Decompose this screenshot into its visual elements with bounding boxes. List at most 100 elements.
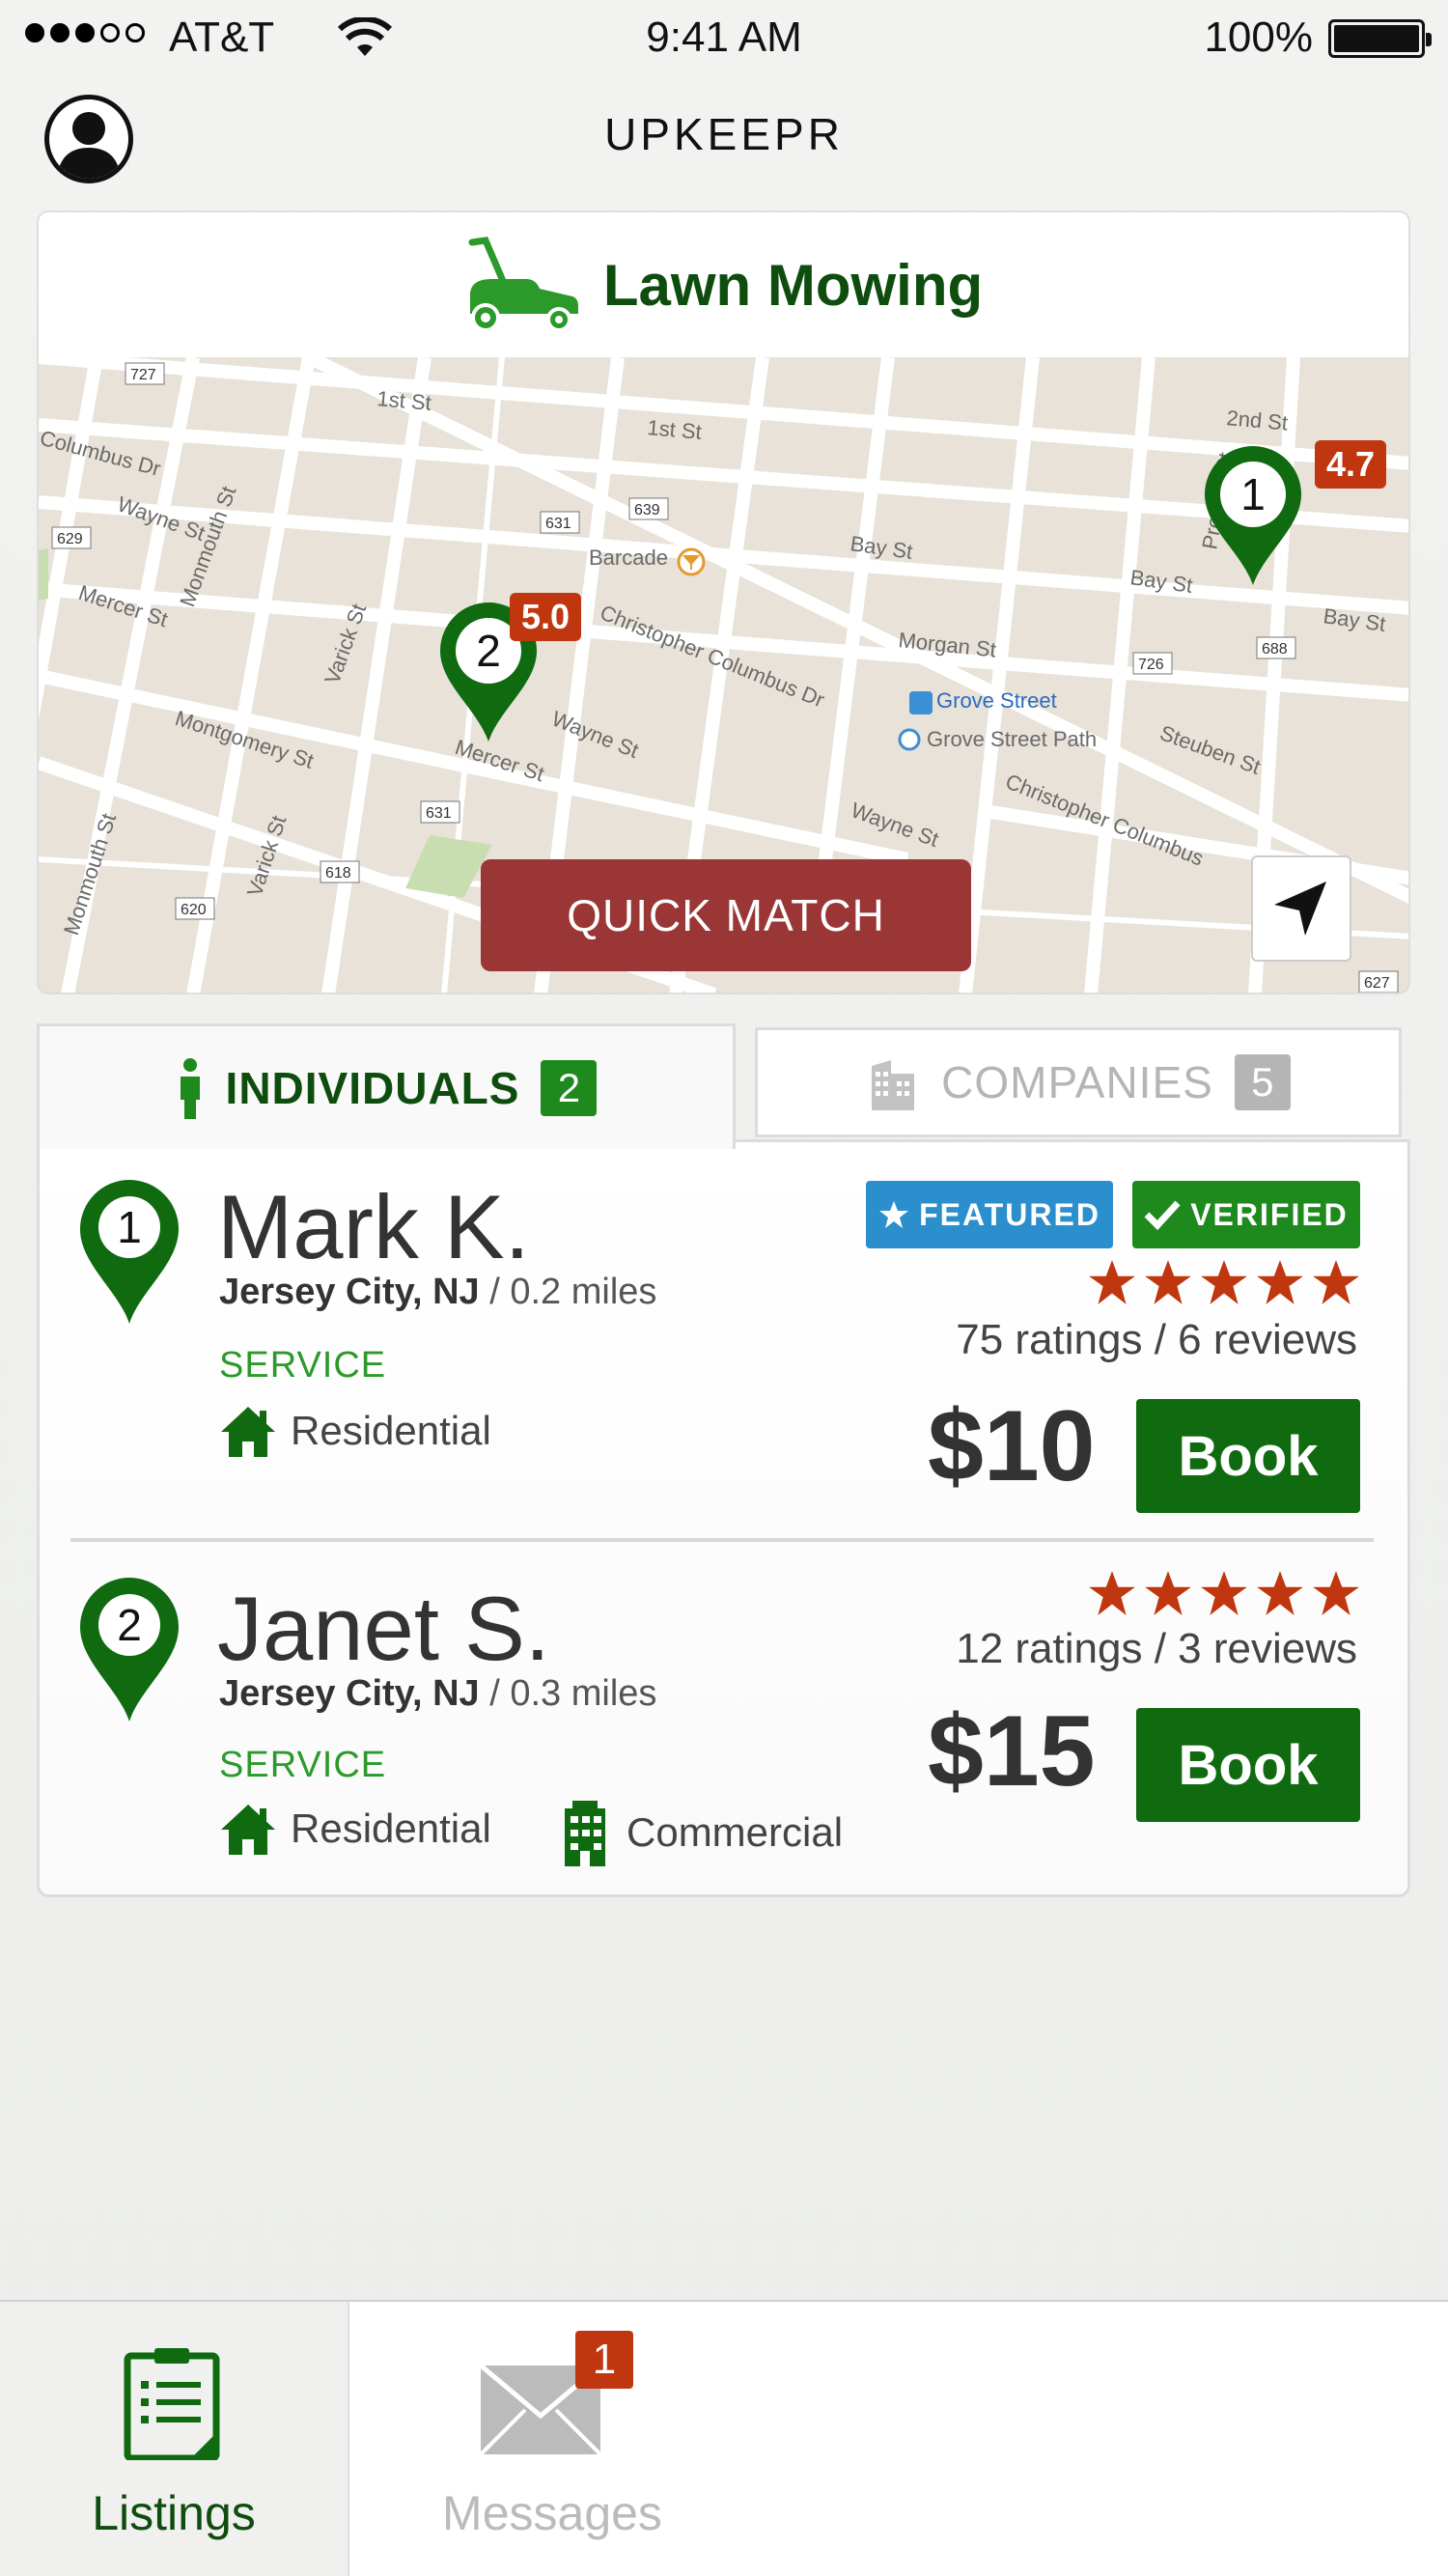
location-city: Jersey City, NJ [219,1673,480,1714]
svg-text:618: 618 [325,865,351,882]
street-label: Monmouth St [59,810,121,938]
svg-text:2: 2 [117,1600,142,1650]
map-marker-icon: 1 [80,1180,179,1324]
street-label: Varick St [242,813,291,900]
street-label: 1st St [376,386,432,415]
star-icon [1313,1260,1359,1304]
star-icon [1313,1571,1359,1615]
svg-text:631: 631 [426,805,452,822]
service-type-residential: Residential [219,1405,491,1457]
place-label: Grove Street [936,688,1057,713]
listing-number-pin: 2 [78,1577,181,1728]
provider-location: Jersey City, NJ / 0.2 miles [219,1272,656,1313]
book-button[interactable]: Book [1136,1708,1360,1822]
service-heading: SERVICE [219,1745,387,1785]
tab-individuals[interactable]: INDIVIDUALS 2 [37,1023,736,1149]
individuals-count-badge: 2 [541,1059,598,1116]
route-shield: 631 [540,511,580,534]
service-type-commercial: Commercial [557,1799,843,1866]
svg-text:627: 627 [1364,975,1390,992]
route-shield: 620 [175,897,215,920]
location-distance: / 0.2 miles [489,1272,657,1312]
svg-text:2: 2 [476,626,501,676]
map-pin-1[interactable]: 1 [1203,446,1303,592]
svg-text:1: 1 [117,1202,142,1252]
battery-icon [1328,19,1432,58]
provider-name: Mark K. [217,1176,530,1277]
tab-label: INDIVIDUALS [225,1062,520,1113]
provider-name: Janet S. [217,1578,550,1679]
tab-label: COMPANIES [941,1057,1213,1107]
ratings-reviews[interactable]: 12 ratings / 3 reviews [956,1625,1357,1673]
price: $15 [928,1695,1096,1807]
svg-text:629: 629 [57,531,83,547]
listing-panel: 1 Mark K. Jersey City, NJ / 0.2 miles SE… [37,1139,1410,1897]
tab-bar-label: Listings [92,2486,256,2540]
star-rating [1086,1258,1362,1306]
tab-companies[interactable]: COMPANIES 5 [755,1027,1402,1137]
location-distance: / 0.3 miles [489,1673,657,1714]
companies-count-badge: 5 [1234,1054,1291,1110]
service-title: Lawn Mowing [602,252,984,318]
app-header: UPKEEPR [0,87,1448,193]
service-heading: SERVICE [219,1345,387,1386]
svg-text:631: 631 [545,516,571,532]
service-selector[interactable]: Lawn Mowing [37,210,1410,359]
ratings-reviews[interactable]: 75 ratings / 6 reviews [956,1316,1357,1364]
place-label: Barcade [589,546,668,570]
building-icon [565,1801,605,1866]
location-arrow-icon [1274,882,1326,936]
house-icon [221,1407,275,1457]
locate-me-button[interactable] [1251,855,1351,962]
service-type-label: Commercial [627,1809,844,1855]
building-icon [872,1060,915,1110]
service-type-label: Residential [291,1806,491,1851]
bottom-tab-bar: Listings 1 Messages [0,2300,1448,2576]
verified-badge: VERIFIED [1132,1181,1360,1248]
listing-item[interactable]: 2 Janet S. Jersey City, NJ / 0.3 miles S… [40,1542,1407,1890]
star-icon [1089,1260,1135,1304]
map-pin-rating: 5.0 [510,593,582,641]
street-label: 1st St [647,415,703,444]
star-icon [1145,1260,1191,1304]
star-icon [879,1201,909,1228]
service-type-residential: Residential [219,1803,491,1855]
location-city: Jersey City, NJ [219,1272,480,1312]
book-button[interactable]: Book [1136,1399,1360,1513]
tab-listings[interactable]: Listings [0,2302,349,2576]
star-icon [1201,1571,1247,1615]
star-rating [1086,1569,1362,1617]
route-shield: 627 [1358,970,1399,993]
street-label: Monmouth St [175,483,240,610]
price: $10 [928,1390,1096,1502]
svg-text:639: 639 [634,502,660,518]
quick-match-button[interactable]: QUICK MATCH [481,859,971,971]
lawn-mower-icon [468,237,578,332]
star-icon [1257,1571,1303,1615]
star-icon [1089,1571,1135,1615]
provider-location: Jersey City, NJ / 0.3 miles [219,1673,656,1715]
street-label: Steuben St [1156,720,1264,779]
svg-text:726: 726 [1138,657,1164,673]
map-view[interactable]: 1st St 2nd St Columbus Dr 1st St Wayne S… [37,357,1410,994]
tab-messages[interactable]: 1 Messages [349,2302,755,2576]
featured-badge-label: FEATURED [919,1196,1100,1232]
route-shield: 618 [320,860,360,883]
battery-percentage: 100% [1204,14,1313,61]
app-title: UPKEEPR [604,109,844,159]
route-shield: 639 [628,497,669,520]
svg-text:727: 727 [130,367,156,383]
street-label: Wayne St [548,706,642,763]
service-type-label: Residential [291,1408,491,1453]
place-label: Grove Street Path [927,727,1097,751]
listing-item[interactable]: 1 Mark K. Jersey City, NJ / 0.2 miles SE… [40,1142,1407,1538]
map-marker-icon: 2 [80,1578,179,1722]
verified-badge-label: VERIFIED [1190,1196,1349,1232]
street-label: 2nd St [1226,406,1290,434]
star-icon [1201,1260,1247,1304]
map-marker-icon: 1 [1205,446,1301,585]
route-shield: 727 [125,362,165,385]
route-shield: 629 [51,526,92,549]
route-shield: 726 [1132,652,1173,675]
street-label: Mercer St [75,580,170,631]
